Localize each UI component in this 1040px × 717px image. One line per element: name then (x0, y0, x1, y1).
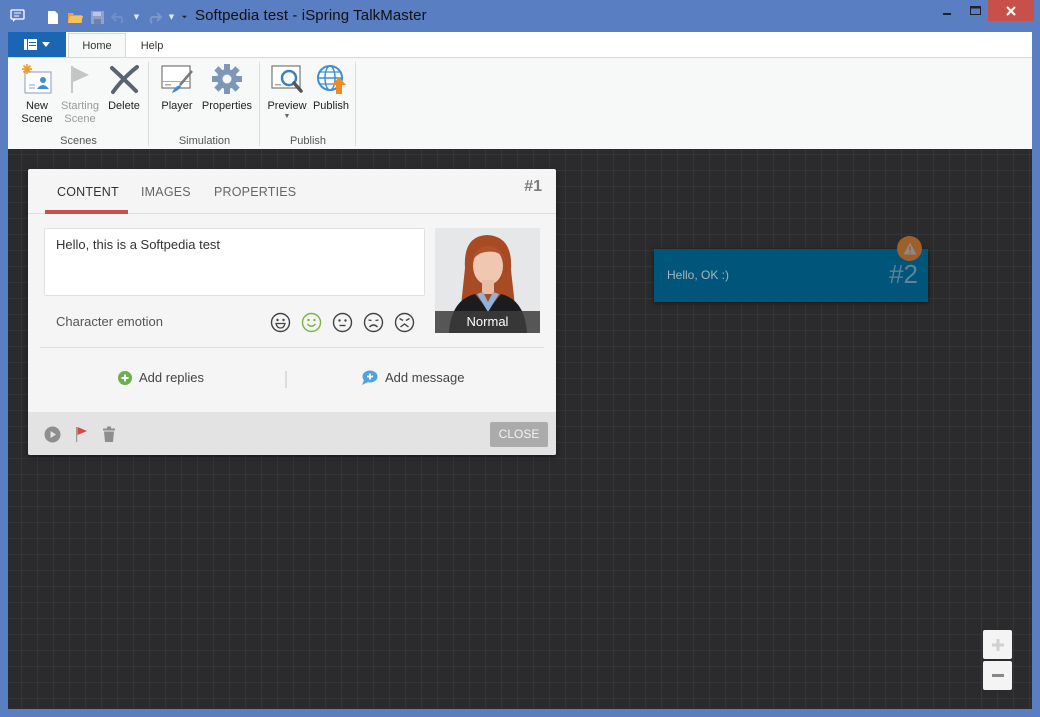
emotion-picker (270, 312, 415, 333)
open-folder-icon[interactable] (66, 8, 84, 26)
tab-properties[interactable]: PROPERTIES (214, 185, 296, 199)
plus-icon (991, 638, 1004, 651)
emotion-sad-icon[interactable] (363, 312, 384, 333)
add-message-label: Add message (385, 370, 465, 385)
group-label-scenes: Scenes (60, 135, 97, 147)
preview-button[interactable]: Preview ▼ (264, 62, 310, 121)
close-window-button[interactable] (988, 0, 1034, 21)
undo-dropdown-icon[interactable]: ▼ (132, 8, 141, 26)
player-icon (160, 62, 194, 96)
redo-icon[interactable] (145, 8, 163, 26)
gear-icon (210, 62, 244, 96)
player-button[interactable]: Player (157, 62, 197, 113)
quick-access-toolbar: ▼ ▼ ⏷ (44, 8, 189, 26)
scene-card-2[interactable]: Hello, OK :) #2 (654, 249, 928, 302)
warning-badge[interactable] (897, 236, 922, 261)
add-message-button[interactable]: Add message (361, 370, 465, 385)
player-label: Player (161, 100, 193, 112)
divider (40, 347, 544, 348)
message-input[interactable]: Hello, this is a Softpedia test (44, 228, 425, 296)
emotion-happy-icon[interactable] (270, 312, 291, 333)
minus-icon (991, 673, 1004, 677)
new-scene-label: New (25, 100, 48, 112)
character-emotion-label: Character emotion (56, 314, 163, 329)
active-tab-indicator (45, 210, 128, 214)
action-separator (285, 371, 287, 388)
starting-scene-label: Starting (61, 100, 99, 112)
play-icon[interactable] (43, 425, 61, 443)
new-scene-button[interactable]: New Scene (16, 62, 58, 126)
starting-scene-button[interactable]: Starting Scene (58, 62, 102, 126)
trash-icon[interactable] (100, 425, 118, 443)
delete-button[interactable]: Delete (104, 62, 144, 113)
title-bar: ▼ ▼ ⏷ Softpedia test - iSpring TalkMaste… (0, 0, 1040, 32)
starting-scene-label-2: Scene (64, 113, 96, 125)
redo-dropdown-icon[interactable]: ▼ (167, 8, 176, 26)
zoom-controls (983, 630, 1012, 690)
new-scene-label-2: Scene (21, 113, 53, 125)
properties-button[interactable]: Properties (199, 62, 255, 113)
preview-dropdown-icon[interactable]: ▼ (264, 113, 310, 121)
group-separator (355, 62, 356, 146)
minimize-button[interactable] (933, 0, 961, 21)
ribbon-tab-bar: Home Help (8, 32, 1032, 58)
chat-bubble-plus-icon (362, 370, 378, 385)
emotion-smile-icon[interactable] (301, 312, 322, 333)
tab-images[interactable]: IMAGES (141, 185, 191, 199)
close-button[interactable]: CLOSE (490, 422, 548, 447)
new-file-icon[interactable] (44, 8, 62, 26)
save-icon[interactable] (88, 8, 106, 26)
tab-home[interactable]: Home (68, 33, 126, 58)
scene-2-message: Hello, OK :) (667, 268, 730, 282)
add-replies-label: Add replies (139, 370, 205, 385)
emotion-normal-icon[interactable] (332, 312, 353, 333)
globe-upload-icon (314, 62, 348, 96)
plus-circle-icon (118, 370, 132, 385)
ribbon-group-simulation: Player Properties Simulation (149, 58, 260, 150)
tab-content[interactable]: CONTENT (57, 185, 119, 199)
ribbon: New Scene Starting Scene Delete Scenes P… (8, 57, 1032, 149)
customize-toolbar-icon[interactable]: ⏷ (180, 8, 189, 26)
add-replies-button[interactable]: Add replies (118, 370, 204, 385)
properties-label: Properties (201, 100, 253, 112)
character-image[interactable]: Normal (435, 228, 540, 333)
tab-help[interactable]: Help (126, 33, 178, 58)
scene-card-footer: CLOSE (28, 412, 556, 455)
delete-x-icon (107, 62, 141, 96)
chevron-down-icon (42, 42, 50, 47)
character-emotion-caption: Normal (435, 311, 540, 333)
menu-icon (24, 39, 37, 50)
ribbon-group-scenes: New Scene Starting Scene Delete Scenes (8, 58, 149, 150)
scene-number: #1 (524, 178, 542, 195)
file-menu-button[interactable] (8, 32, 66, 57)
ribbon-group-publish: Preview ▼ Publish Publish (260, 58, 356, 150)
app-icon[interactable] (10, 8, 26, 22)
publish-button[interactable]: Publish (310, 62, 352, 113)
preview-label: Preview (267, 100, 307, 112)
maximize-button[interactable] (961, 0, 989, 21)
zoom-out-button[interactable] (983, 661, 1012, 690)
warning-icon (903, 242, 916, 255)
scene-card-1[interactable]: CONTENT IMAGES PROPERTIES #1 Hello, this… (28, 169, 556, 455)
emotion-angry-icon[interactable] (394, 312, 415, 333)
undo-icon[interactable] (110, 8, 128, 26)
publish-label: Publish (312, 100, 350, 112)
zoom-in-button[interactable] (983, 630, 1012, 659)
scene-2-number: #2 (889, 259, 918, 289)
scene-card-tabs: CONTENT IMAGES PROPERTIES #1 (28, 169, 556, 214)
delete-label: Delete (108, 100, 140, 112)
preview-magnifier-icon (270, 62, 304, 96)
window-title: Softpedia test - iSpring TalkMaster (195, 7, 427, 24)
flag-icon (63, 62, 97, 96)
starting-scene-flag-icon[interactable] (73, 425, 91, 443)
new-scene-icon (20, 62, 54, 96)
group-label-simulation: Simulation (178, 135, 231, 147)
group-label-publish: Publish (289, 135, 327, 147)
